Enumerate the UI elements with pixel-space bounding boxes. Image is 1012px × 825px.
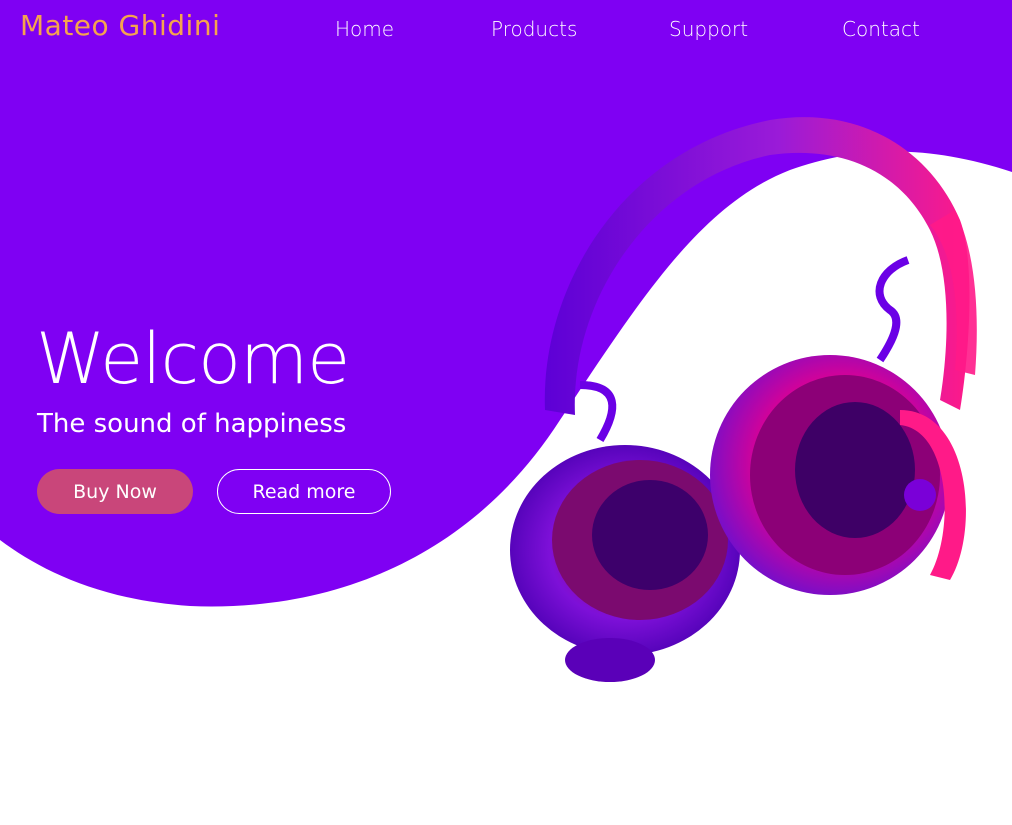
nav-home[interactable]: Home: [335, 17, 394, 41]
nav-contact[interactable]: Contact: [842, 17, 920, 41]
read-more-button[interactable]: Read more: [217, 469, 391, 514]
brand-logo[interactable]: Mateo Ghidini: [20, 9, 220, 42]
headphones-image: [510, 117, 977, 682]
nav-products[interactable]: Products: [491, 17, 577, 41]
buy-now-button[interactable]: Buy Now: [37, 469, 193, 514]
hero-title: Welcome: [36, 318, 350, 400]
top-navigation: Mateo Ghidini Home Products Support Cont…: [0, 0, 1012, 58]
hero-subtitle: The sound of happiness: [37, 409, 347, 439]
nav-support[interactable]: Support: [669, 17, 748, 41]
